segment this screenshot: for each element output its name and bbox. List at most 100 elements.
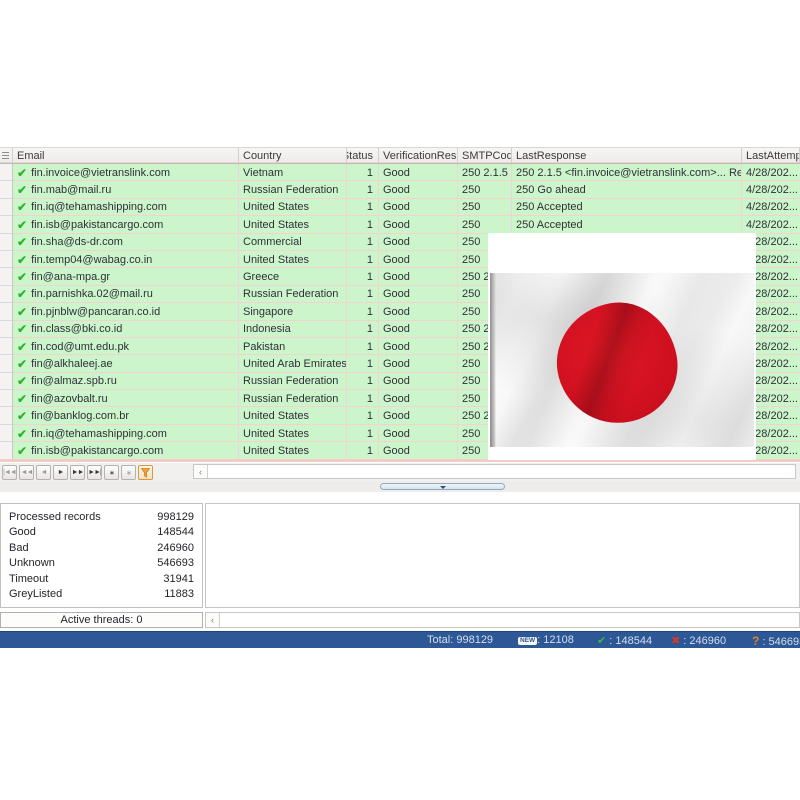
header-last-response[interactable]: LastResponse <box>512 148 742 163</box>
email-cell: ✔fin@azovbalt.ru <box>13 390 239 407</box>
result-cell: Good <box>379 338 458 355</box>
email-cell: ✔fin.iq@tehamashipping.com <box>13 425 239 442</box>
stat-value: 546693 <box>157 557 194 569</box>
active-threads-bar: Active threads: 0 <box>0 612 203 628</box>
email-cell: ✔fin@almaz.spb.ru <box>13 373 239 390</box>
grid-horizontal-scrollbar[interactable]: ‹ <box>193 464 796 479</box>
email-cell: ✔fin.parnishka.02@mail.ru <box>13 286 239 303</box>
scroll-left-button[interactable]: ‹ <box>194 465 208 478</box>
email-cell: ✔fin.isb@pakistancargo.com <box>13 216 239 233</box>
table-row[interactable]: ✔fin.invoice@vietranslink.com Vietnam 1 … <box>0 164 800 181</box>
header-country[interactable]: Country <box>239 148 347 163</box>
country-cell: Russian Federation <box>239 373 347 390</box>
stat-label: GreyListed <box>9 588 62 600</box>
stat-value: 246960 <box>157 542 194 554</box>
new-count: NEW: 12108 <box>518 634 574 646</box>
status-cell: 1 <box>347 321 379 338</box>
status-cell: 1 <box>347 407 379 424</box>
result-cell: Good <box>379 286 458 303</box>
bad-count: ✖ : 246960 <box>671 634 726 647</box>
country-cell: United States <box>239 216 347 233</box>
email-cell: ✔fin.class@bki.co.id <box>13 321 239 338</box>
stat-row: Good 148544 <box>1 525 202 541</box>
check-icon: ✔ <box>597 635 606 647</box>
country-cell: United States <box>239 251 347 268</box>
header-email[interactable]: Email <box>13 148 239 163</box>
attempt-cell: 4/28/202... <box>742 164 800 181</box>
nav-next-page-button[interactable]: ►► <box>70 465 85 480</box>
row-indicator <box>0 442 13 459</box>
status-cell: 1 <box>347 355 379 372</box>
row-indicator <box>0 303 13 320</box>
result-cell: Good <box>379 181 458 198</box>
row-indicator <box>0 181 13 198</box>
email-cell: ✔fin@ana-mpa.gr <box>13 268 239 285</box>
check-icon: ✔ <box>17 255 27 265</box>
row-indicator <box>0 407 13 424</box>
stat-row: Bad 246960 <box>1 540 202 556</box>
stat-label: Unknown <box>9 557 55 569</box>
header-smtp-code[interactable]: SMTPCode <box>458 148 512 163</box>
response-cell: 250 Go ahead <box>512 181 742 198</box>
country-cell: United States <box>239 442 347 459</box>
header-verification-result[interactable]: VerificationResult <box>379 148 458 163</box>
result-cell: Good <box>379 234 458 251</box>
smtp-cell: 250 <box>458 216 512 233</box>
country-cell: Russian Federation <box>239 390 347 407</box>
scroll-left-button[interactable]: ‹ <box>206 613 220 627</box>
row-indicator <box>0 216 13 233</box>
country-cell: United Arab Emirates <box>239 355 347 372</box>
nav-prior-page-button[interactable]: ◄◄ <box>19 465 34 480</box>
row-indicator <box>0 234 13 251</box>
chevron-down-icon <box>440 486 446 489</box>
filter-button[interactable] <box>138 465 153 480</box>
status-cell: 1 <box>347 442 379 459</box>
email-cell: ✔fin.sha@ds-dr.com <box>13 234 239 251</box>
status-bar: Total: 998129 NEW: 12108 ✔ : 148544 ✖ : … <box>0 631 800 648</box>
result-cell: Good <box>379 251 458 268</box>
nav-bookmark-button[interactable]: ∗ <box>121 465 136 480</box>
header-status[interactable]: Status <box>347 148 379 163</box>
flag-photo <box>490 273 754 447</box>
email-cell: ✔fin.mab@mail.ru <box>13 181 239 198</box>
stat-value: 148544 <box>157 526 194 538</box>
status-cell: 1 <box>347 373 379 390</box>
flag-red-circle <box>547 293 686 432</box>
stat-label: Timeout <box>9 573 48 585</box>
country-cell: Russian Federation <box>239 286 347 303</box>
nav-refresh-button[interactable]: ∗ <box>104 465 119 480</box>
email-cell: ✔fin.invoice@vietranslink.com <box>13 164 239 181</box>
panel-horizontal-scrollbar[interactable]: ‹ <box>205 612 800 628</box>
nav-last-button[interactable]: ►►| <box>87 465 102 480</box>
stat-value: 31941 <box>163 573 194 585</box>
row-indicator <box>0 199 13 216</box>
table-row[interactable]: ✔fin.iq@tehamashipping.com United States… <box>0 199 800 216</box>
table-row[interactable]: ✔fin.mab@mail.ru Russian Federation 1 Go… <box>0 181 800 198</box>
grid-header-row: Email Country Status VerificationResult … <box>0 147 800 164</box>
header-last-attempt[interactable]: LastAttempt <box>742 148 800 163</box>
indicator-icon <box>2 152 9 161</box>
nav-next-button[interactable]: ► <box>53 465 68 480</box>
country-cell: Singapore <box>239 303 347 320</box>
country-cell: Greece <box>239 268 347 285</box>
result-cell: Good <box>379 373 458 390</box>
nav-prior-button[interactable]: ◄ <box>36 465 51 480</box>
email-cell: ✔fin.cod@umt.edu.pk <box>13 338 239 355</box>
splitter-handle[interactable] <box>380 483 505 490</box>
cross-icon: ✖ <box>671 635 680 647</box>
nav-first-button[interactable]: |◄◄ <box>2 465 17 480</box>
status-cell: 1 <box>347 303 379 320</box>
detail-panel <box>205 503 800 608</box>
row-indicator <box>0 268 13 285</box>
check-icon: ✔ <box>17 446 27 456</box>
email-cell: ✔fin.temp04@wabag.co.in <box>13 251 239 268</box>
email-cell: ✔fin.pjnblw@pancaran.co.id <box>13 303 239 320</box>
result-cell: Good <box>379 390 458 407</box>
email-cell: ✔fin.iq@tehamashipping.com <box>13 199 239 216</box>
attempt-cell: 4/28/202... <box>742 199 800 216</box>
row-indicator <box>0 321 13 338</box>
stat-row: Unknown 546693 <box>1 556 202 572</box>
grid-indicator-header[interactable] <box>0 148 13 163</box>
table-row[interactable]: ✔fin.isb@pakistancargo.com United States… <box>0 216 800 233</box>
stat-row: GreyListed 11883 <box>1 587 202 603</box>
